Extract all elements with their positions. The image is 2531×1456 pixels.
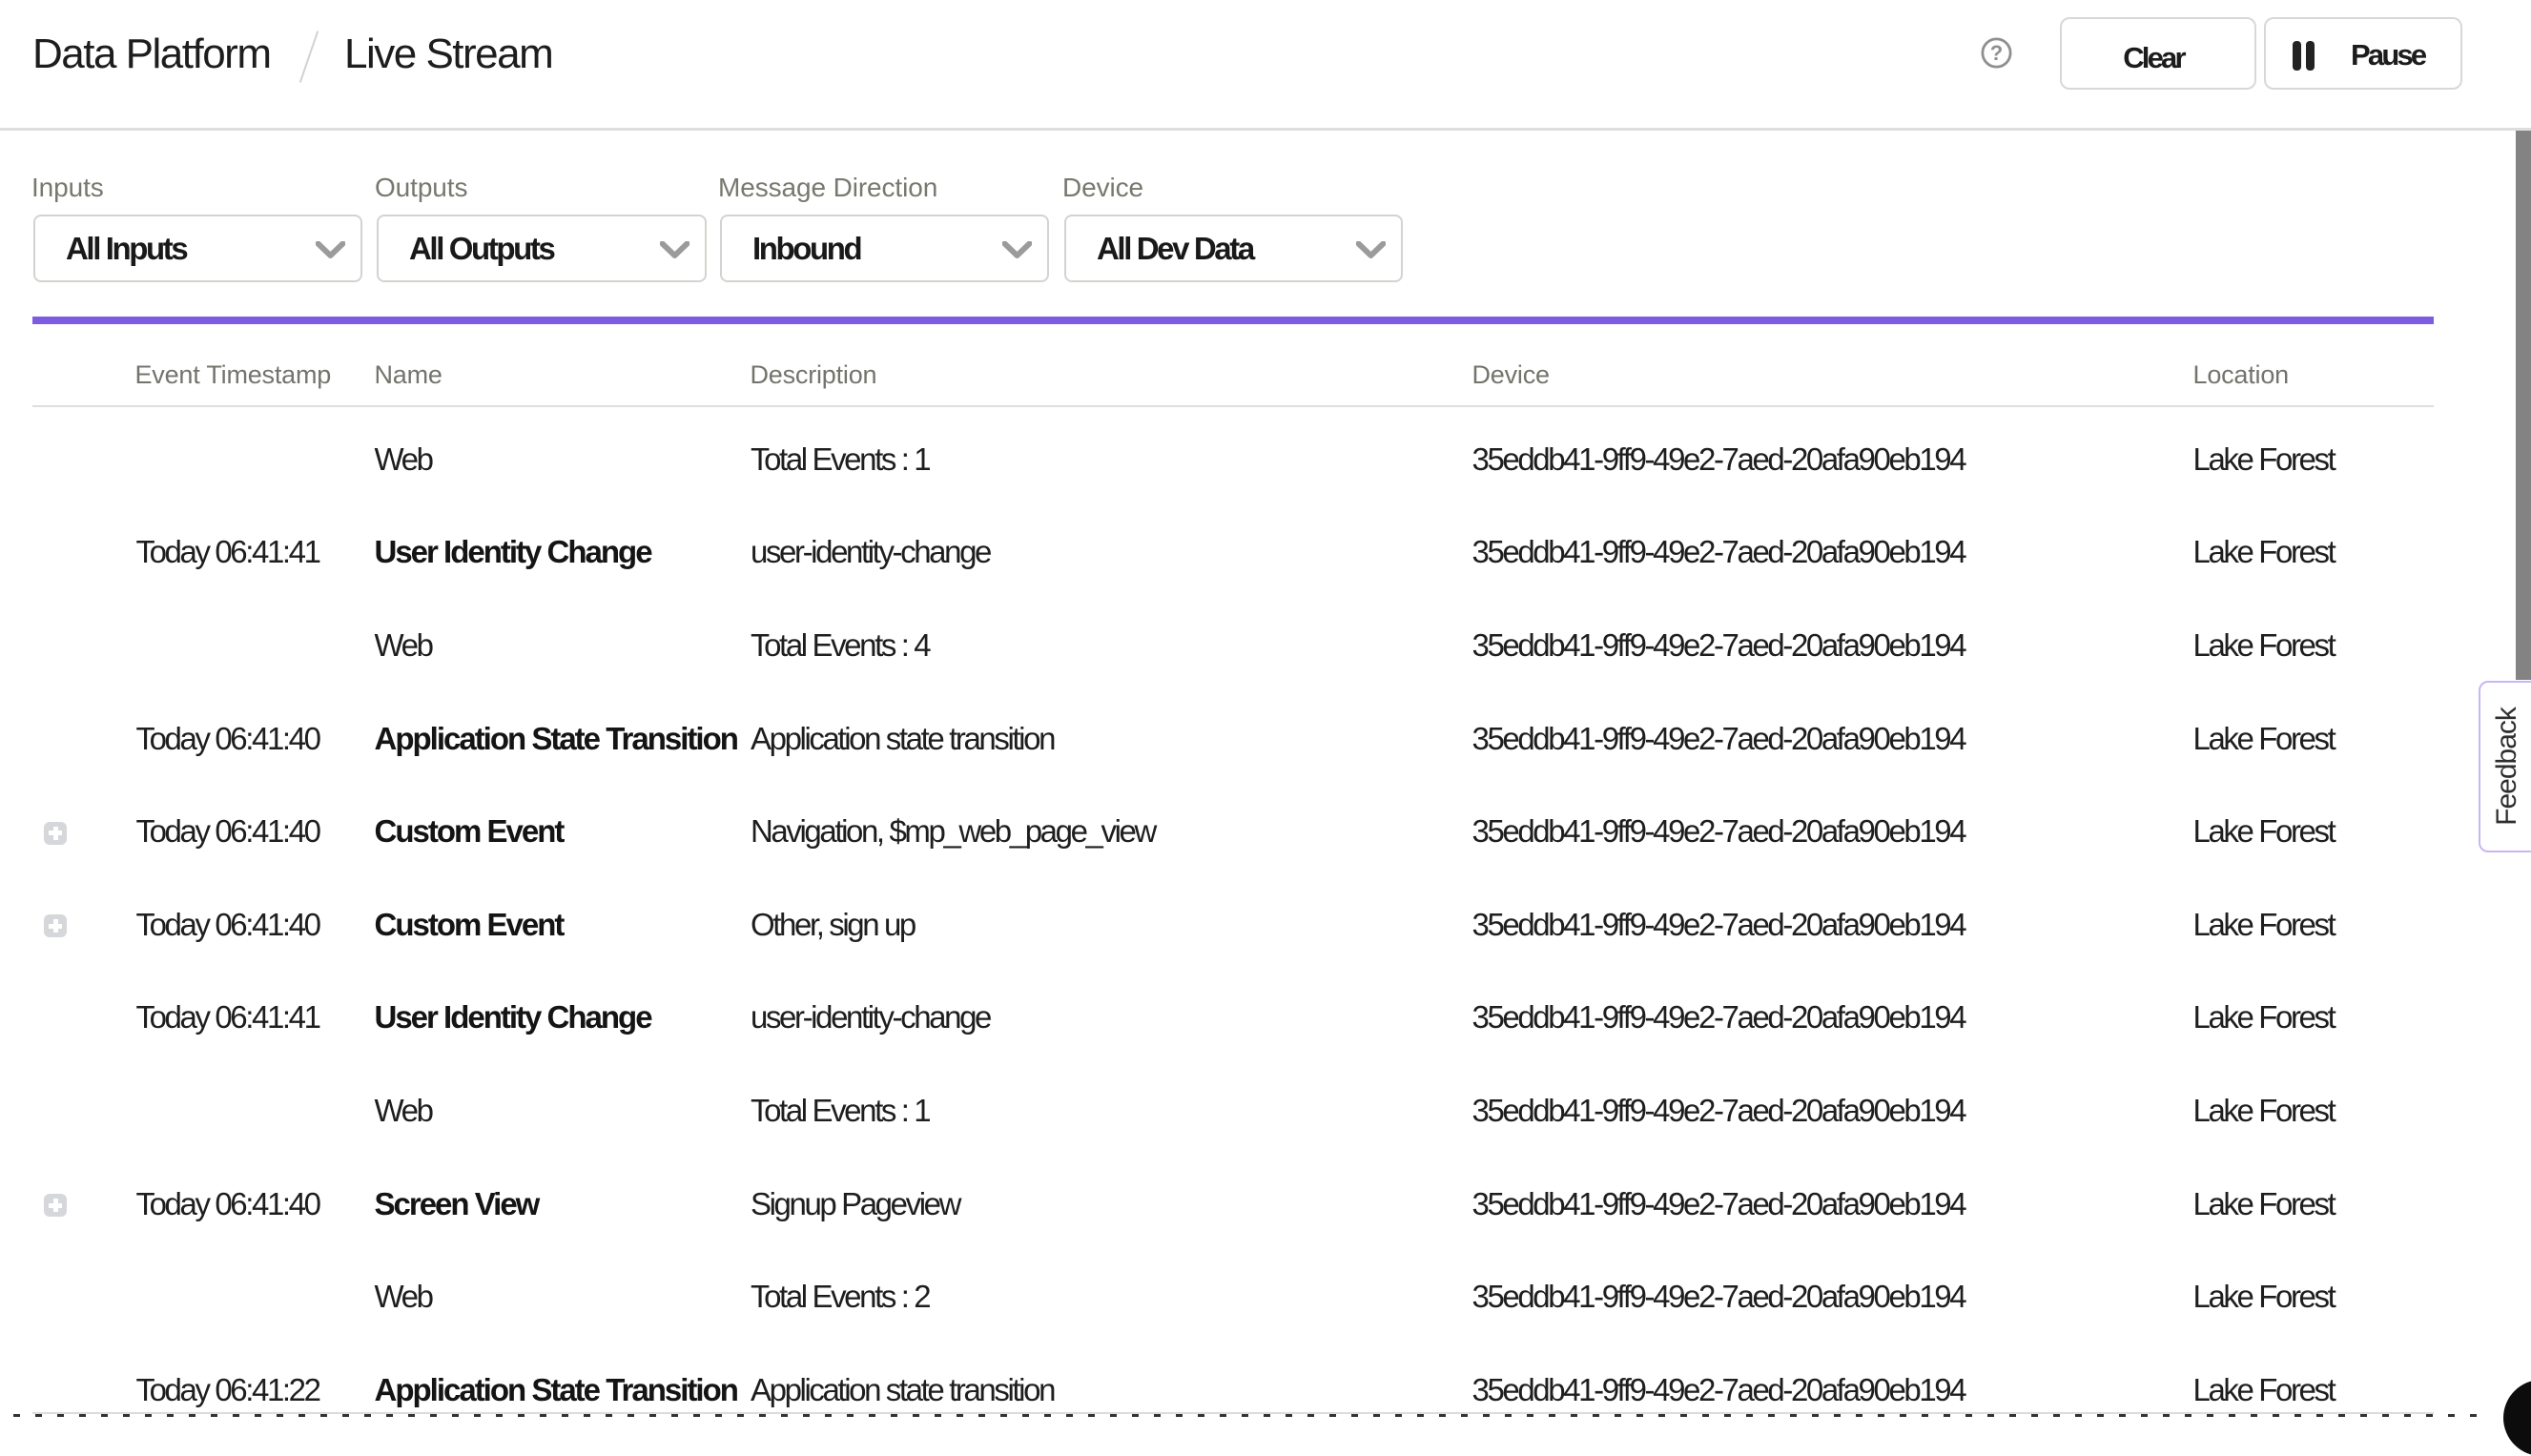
svg-text:?: ? — [1990, 41, 2003, 65]
